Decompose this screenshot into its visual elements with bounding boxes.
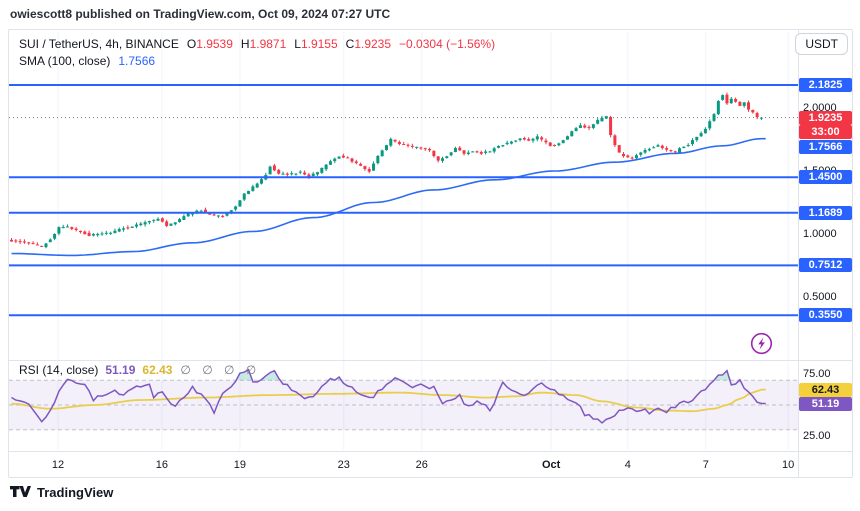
candlestick-series xyxy=(10,93,763,249)
flash-icon[interactable] xyxy=(750,332,773,355)
open-key: O xyxy=(187,37,196,51)
change-value: −0.0304 (−1.56%) xyxy=(399,37,495,51)
time-tick-10: 10 xyxy=(782,459,794,471)
time-tick-26: 26 xyxy=(416,459,428,471)
open-value: 1.9539 xyxy=(196,37,233,51)
sma-price-label: 1.7566 xyxy=(799,140,852,154)
rsi-value: 51.19 xyxy=(105,363,135,377)
symbol-title: SUI / TetherUS, 4h, BINANCE xyxy=(19,37,179,51)
price-level-label-2.1825: 2.1825 xyxy=(799,78,852,92)
time-tick-23: 23 xyxy=(338,459,350,471)
chart-canvas: 12 16 19 23 26 Oct 4 7 10 xyxy=(9,30,852,477)
rsi-ma-label: 62.43 xyxy=(799,383,852,397)
rsi-title: RSI (14, close) xyxy=(19,363,98,377)
price-level-label-0.7512: 0.7512 xyxy=(799,258,852,272)
low-value: 1.9155 xyxy=(301,37,338,51)
currency-toggle-button[interactable]: USDT xyxy=(795,33,848,55)
rsi-tick-25.00: 25.00 xyxy=(803,429,831,443)
bar-countdown-label: 33:00 xyxy=(799,125,852,139)
price-tick-0.5000: 0.5000 xyxy=(803,290,837,304)
price-level-label-0.3550: 0.3550 xyxy=(799,308,852,322)
tradingview-logo-text: TradingView xyxy=(37,485,113,500)
price-level-label-1.1689: 1.1689 xyxy=(799,206,852,220)
close-value: 1.9235 xyxy=(354,37,391,51)
chart-legend: SUI / TetherUS, 4h, BINANCE O1.9539 H1.987… xyxy=(19,36,503,70)
time-axis[interactable]: 12 16 19 23 26 Oct 4 7 10 xyxy=(52,459,794,471)
time-tick-7: 7 xyxy=(703,459,709,471)
rsi-empty-slots: ∅ ∅ ∅ ∅ xyxy=(180,363,260,377)
price-level-label-1.4500: 1.4500 xyxy=(799,170,852,184)
tradingview-mark xyxy=(10,485,31,500)
chart-card: 12 16 19 23 26 Oct 4 7 10 SUI / TetherUS, 4h, BI… xyxy=(8,29,853,478)
low-key: L xyxy=(294,37,301,51)
high-value: 1.9871 xyxy=(250,37,287,51)
sma-line xyxy=(12,139,766,256)
current-price-label: 1.9235 xyxy=(799,111,852,125)
time-tick-4: 4 xyxy=(625,459,631,471)
tradingview-logo[interactable]: TradingView xyxy=(10,485,113,500)
high-key: H xyxy=(241,37,250,51)
sma-label: SMA (100, close) xyxy=(19,54,110,68)
time-tick-19: 19 xyxy=(234,459,246,471)
rsi-legend: RSI (14, close) 51.19 62.43 ∅ ∅ ∅ ∅ xyxy=(19,363,260,377)
price-level-lines xyxy=(9,85,798,315)
price-tick-1.0000: 1.0000 xyxy=(803,227,837,241)
time-tick-12: 12 xyxy=(52,459,64,471)
page: owiescott8 published on TradingView.com,… xyxy=(0,0,860,511)
rsi-tick-75.00: 75.00 xyxy=(803,367,831,381)
rsi-ma-value: 62.43 xyxy=(142,363,172,377)
symbol-row: SUI / TetherUS, 4h, BINANCE O1.9539 H1.987… xyxy=(19,36,503,53)
rsi-value-label: 51.19 xyxy=(799,397,852,411)
attribution-text: owiescott8 published on TradingView.com,… xyxy=(10,7,390,21)
sma-value: 1.7566 xyxy=(118,54,155,68)
time-tick-16: 16 xyxy=(156,459,168,471)
time-tick-Oct: Oct xyxy=(542,459,561,471)
sma-row: SMA (100, close) 1.7566 xyxy=(19,53,503,70)
